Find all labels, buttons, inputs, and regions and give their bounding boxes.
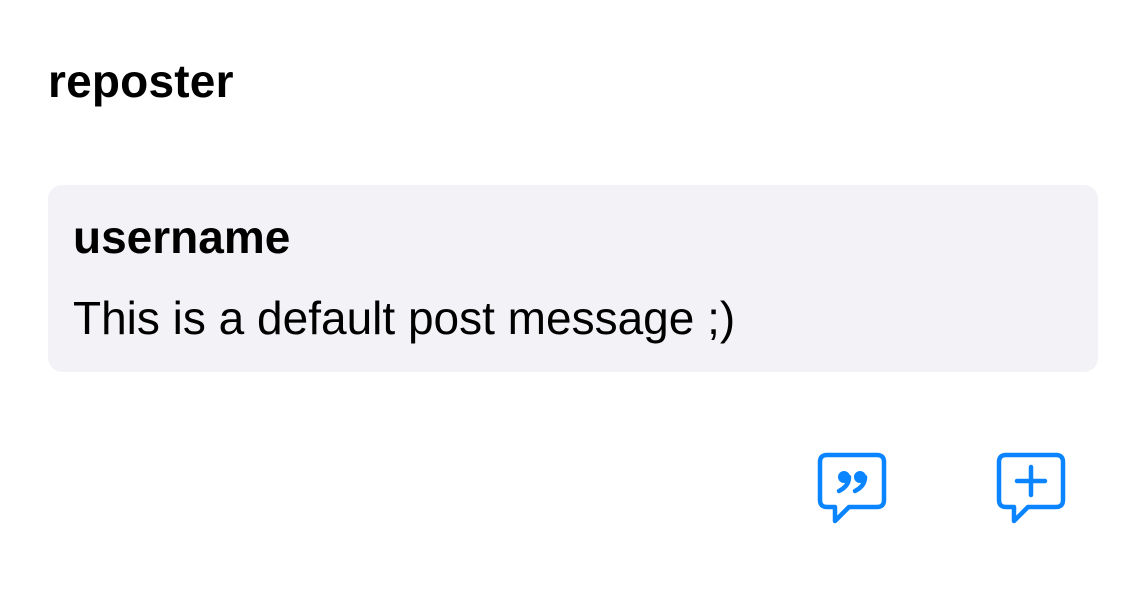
post-username: username xyxy=(73,211,291,263)
add-post-button[interactable] xyxy=(993,449,1069,529)
reposter-name: reposter xyxy=(48,55,234,107)
post-card[interactable]: username This is a default post message … xyxy=(48,185,1098,372)
post-message: This is a default post message ;) xyxy=(73,292,736,344)
quote-button[interactable] xyxy=(814,449,890,529)
quote-bubble-icon xyxy=(817,452,887,524)
add-bubble-icon xyxy=(996,452,1066,524)
